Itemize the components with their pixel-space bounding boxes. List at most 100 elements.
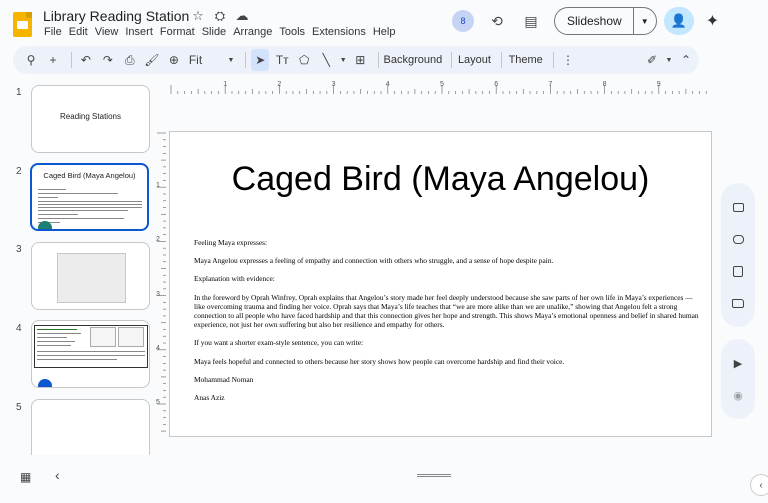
slide-body-text[interactable]: Feeling Maya expresses: Maya Angelou exp…: [194, 238, 704, 411]
body-paragraph: Anas Aziz: [194, 393, 225, 403]
ruler-number: 2: [156, 236, 160, 244]
move-to-folder-icon[interactable]: ⛭: [212, 8, 228, 24]
body-paragraph: Feeling Maya expresses:: [194, 238, 268, 247]
slide-canvas[interactable]: Caged Bird (Maya Angelou) Feeling Maya e…: [169, 131, 712, 437]
shape-icon[interactable]: ⬠: [295, 49, 313, 71]
menu-insert[interactable]: Insert: [125, 26, 158, 38]
body-paragraph: If you want a shorter exam-style sentenc…: [194, 338, 364, 348]
slideshow-options-caret-icon[interactable]: ▼: [634, 8, 656, 34]
menu-arrange[interactable]: Arrange: [233, 26, 277, 38]
user-avatar-badge: [38, 221, 52, 229]
ruler-number: 9: [656, 81, 661, 88]
ruler-number: 7: [548, 81, 553, 88]
print-icon[interactable]: ⎙: [121, 49, 139, 71]
search-menus-icon[interactable]: ⚲: [22, 49, 40, 71]
pen-options-caret-icon[interactable]: ▼: [665, 49, 673, 71]
ruler-number: 3: [331, 81, 336, 88]
star-icon[interactable]: ☆: [190, 8, 206, 24]
slide-number: 3: [16, 244, 22, 255]
layout-button[interactable]: Layout: [457, 49, 493, 71]
ruler-number: 3: [156, 290, 160, 298]
slideshow-button-group: Slideshow ▼: [554, 7, 657, 35]
side-media-group: ▶ ◉: [721, 339, 755, 419]
slide-thumbnail-1[interactable]: Reading Stations: [31, 85, 150, 153]
viewer-count-avatar[interactable]: 8: [452, 10, 474, 32]
gemini-sparkle-icon[interactable]: ✦: [706, 11, 719, 31]
thumbnail-title: Reading Stations: [60, 112, 121, 121]
more-options-icon[interactable]: ⋮: [559, 49, 577, 71]
menu-slide[interactable]: Slide: [202, 26, 231, 38]
comments-icon[interactable]: ▤: [520, 10, 542, 32]
slide-number: 4: [16, 323, 22, 334]
menu-help[interactable]: Help: [373, 26, 401, 38]
select-cursor-icon[interactable]: ➤: [251, 49, 270, 71]
paint-format-icon[interactable]: 🖌: [143, 49, 161, 71]
slide-title[interactable]: Caged Bird (Maya Angelou): [170, 160, 711, 199]
zoom-icon[interactable]: ⊕: [165, 49, 183, 71]
menu-tools[interactable]: Tools: [279, 26, 310, 38]
record-icon[interactable]: ◉: [727, 384, 749, 406]
thumbnail-image-placeholder: [118, 327, 144, 347]
meet-present-icon[interactable]: ▶: [727, 352, 749, 374]
vertical-ruler: [157, 132, 166, 432]
insert-comment-icon[interactable]: ⊞: [351, 49, 369, 71]
theme-button[interactable]: Theme: [507, 49, 544, 71]
slide-thumbnail-3[interactable]: [31, 242, 150, 310]
line-icon[interactable]: ╲: [317, 49, 335, 71]
folder-icon[interactable]: [727, 292, 749, 314]
expand-side-panel-icon[interactable]: ‹: [750, 474, 768, 496]
body-paragraph: Maya feels hopeful and connected to othe…: [194, 356, 565, 366]
collapse-filmstrip-icon[interactable]: ‹: [55, 467, 60, 483]
menu-bar: File Edit View Insert Format Slide Arran…: [44, 26, 402, 38]
header-actions: 8 ⟲ ▤ Slideshow ▼ 👤 ✦: [452, 7, 719, 35]
slide-thumbnail-4[interactable]: [31, 320, 150, 388]
text-box-icon[interactable]: Tт: [273, 49, 291, 71]
calendar-icon[interactable]: [727, 196, 749, 218]
user-avatar-badge: [38, 379, 52, 387]
toolbar-divider: [501, 52, 503, 68]
side-apps-group: [721, 183, 755, 327]
slide-number: 5: [16, 402, 22, 413]
chevron-down-icon: ▼: [227, 56, 235, 64]
toolbar-divider: [553, 52, 554, 68]
menu-edit[interactable]: Edit: [69, 26, 93, 38]
menu-format[interactable]: Format: [160, 26, 200, 38]
version-history-icon[interactable]: ⟲: [486, 10, 508, 32]
ruler-number: 1: [156, 182, 160, 190]
slide-thumbnail-2[interactable]: Caged Bird (Maya Angelou): [30, 163, 149, 231]
new-slide-icon[interactable]: +: [44, 49, 62, 71]
tasks-icon[interactable]: [727, 260, 749, 282]
line-options-caret-icon[interactable]: ▼: [339, 49, 347, 71]
thumbnail-image-placeholder: [90, 327, 116, 347]
thumbnail-title: Caged Bird (Maya Angelou): [43, 171, 136, 180]
slide-filmstrip: 1 Reading Stations 2 Caged Bird (Maya An…: [0, 80, 160, 455]
body-paragraph: Explanation with evidence:: [194, 274, 275, 284]
menu-file[interactable]: File: [44, 26, 67, 38]
keep-notes-icon[interactable]: [727, 228, 749, 250]
zoom-select[interactable]: Fit ▼: [187, 49, 237, 71]
slide-thumbnail-5[interactable]: [31, 399, 150, 455]
redo-icon[interactable]: ↷: [99, 49, 117, 71]
document-title[interactable]: Library Reading Station: [43, 8, 189, 24]
toolbar-divider: [450, 52, 452, 68]
slideshow-button[interactable]: Slideshow: [555, 8, 634, 34]
add-person-icon: 👤: [670, 13, 687, 28]
background-button[interactable]: Background: [384, 49, 443, 71]
ruler-number: 1: [223, 81, 228, 88]
ruler-number: 4: [156, 344, 160, 352]
body-paragraph: In the foreword by Oprah Winfrey, Oprah …: [194, 292, 699, 330]
slides-logo[interactable]: [13, 12, 32, 37]
grid-view-icon[interactable]: ▦: [20, 470, 31, 484]
zoom-value: Fit: [188, 53, 203, 67]
speaker-notes-drag-handle[interactable]: [417, 474, 451, 477]
menu-extensions[interactable]: Extensions: [312, 26, 371, 38]
toolbar-divider: [378, 52, 380, 68]
slide-number: 1: [16, 87, 22, 98]
share-button[interactable]: 👤: [663, 7, 694, 35]
undo-icon[interactable]: ↶: [77, 49, 95, 71]
pen-tool-icon[interactable]: ✐: [643, 49, 661, 71]
menu-view[interactable]: View: [95, 26, 124, 38]
ruler-number: 5: [440, 81, 444, 88]
collapse-toolbar-icon[interactable]: ⌃: [677, 49, 695, 71]
cloud-status-icon[interactable]: ☁: [234, 8, 250, 24]
